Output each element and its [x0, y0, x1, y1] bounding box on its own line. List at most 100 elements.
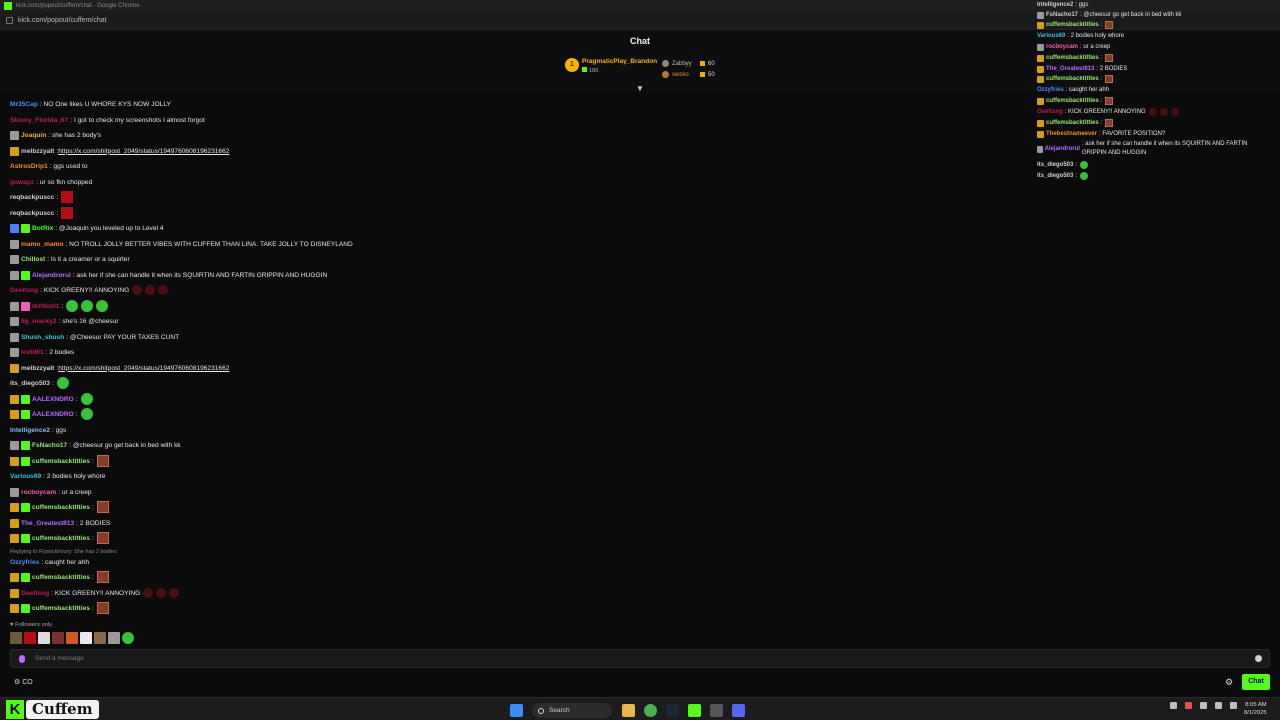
moderator-badge-icon[interactable]	[10, 347, 19, 357]
chat-username[interactable]: FsNacho17	[32, 442, 67, 449]
moderator-badge-icon[interactable]	[10, 440, 19, 450]
taskbar-clock[interactable]: 8:05 AM 8/1/2025	[1244, 701, 1267, 717]
chat-username[interactable]: melbzzyalt	[21, 148, 54, 155]
gifter-badge-icon[interactable]	[21, 456, 30, 466]
leaderboard-row[interactable]: Zabbyy 60	[662, 58, 715, 69]
emote-icon[interactable]	[1105, 21, 1114, 29]
kick-app-icon[interactable]	[688, 704, 701, 717]
subscriber-badge-icon[interactable]	[10, 394, 19, 404]
gifter-badge-icon[interactable]	[21, 572, 30, 582]
chat-username[interactable]: Geeltsng	[10, 287, 38, 294]
subscriber-badge-icon[interactable]	[1037, 130, 1044, 138]
discord-icon[interactable]	[732, 704, 745, 717]
chat-username[interactable]: Intelligence2	[10, 427, 50, 434]
chat-username[interactable]: reqbackpuscc	[10, 194, 54, 201]
chat-username[interactable]: its_diego503	[1037, 162, 1073, 168]
moderator-badge-icon[interactable]	[10, 316, 19, 326]
subscriber-badge-icon[interactable]	[1037, 54, 1044, 62]
emote-icon[interactable]	[1080, 161, 1089, 169]
chat-username[interactable]: cuffemsbacktitties	[32, 504, 90, 511]
chat-username[interactable]: lig_macky2	[21, 318, 57, 325]
emote-icon[interactable]	[38, 632, 50, 644]
chat-username[interactable]: its_diego503	[10, 380, 50, 387]
emote-icon[interactable]	[96, 532, 109, 544]
moderator-badge-icon[interactable]	[10, 270, 19, 280]
emote-icon[interactable]	[80, 408, 93, 420]
emote-icon[interactable]	[156, 588, 167, 598]
subscriber-badge-icon[interactable]	[10, 533, 19, 543]
moderator-badge-icon[interactable]	[1037, 43, 1044, 51]
emote-icon[interactable]	[61, 207, 74, 219]
emote-icon[interactable]	[96, 300, 109, 312]
emote-icon[interactable]	[96, 501, 109, 513]
emote-icon[interactable]	[143, 588, 154, 598]
chat-link[interactable]: https://x.com/shitpost_2049/status/19497…	[58, 148, 229, 155]
emote-icon[interactable]	[56, 377, 69, 389]
chat-username[interactable]: melbzzyalt	[21, 365, 54, 372]
emote-icon[interactable]	[1105, 97, 1114, 105]
emote-icon[interactable]	[145, 285, 156, 295]
chat-username[interactable]: AALEXNDRO	[32, 411, 74, 418]
chat-username[interactable]: cuffemsbacktitties	[32, 458, 90, 465]
emote-icon[interactable]	[158, 285, 169, 295]
windows-start-icon[interactable]	[510, 704, 523, 717]
emote-icon[interactable]	[108, 632, 120, 644]
chat-username[interactable]: Chillost	[21, 256, 45, 263]
moderator-badge-icon[interactable]	[10, 254, 19, 264]
subscriber-badge-icon[interactable]	[10, 363, 19, 373]
emote-icon[interactable]	[1105, 119, 1114, 127]
site-info-icon[interactable]	[6, 17, 13, 24]
chat-username[interactable]: Shush_shush	[21, 334, 64, 341]
emote-icon[interactable]	[61, 191, 74, 203]
subscriber-badge-icon[interactable]	[10, 572, 19, 582]
chat-settings-left[interactable]: ⚙ CO	[14, 678, 33, 686]
emote-icon[interactable]	[96, 602, 109, 614]
tray-app-icon[interactable]	[1185, 702, 1192, 709]
moderator-badge-icon[interactable]	[10, 301, 19, 311]
bot-badge-icon[interactable]	[10, 223, 19, 233]
gifter-badge-icon[interactable]	[21, 603, 30, 613]
emote-icon[interactable]	[1170, 108, 1179, 116]
subscriber-badge-icon[interactable]	[10, 603, 19, 613]
moderator-badge-icon[interactable]	[10, 239, 19, 249]
file-explorer-icon[interactable]	[622, 704, 635, 717]
subscriber-badge-icon[interactable]	[10, 146, 19, 156]
moderator-badge-icon[interactable]	[10, 130, 19, 140]
subscriber-badge-icon[interactable]	[10, 456, 19, 466]
chat-username[interactable]: Mr35Cap	[10, 101, 38, 108]
leaderboard-top[interactable]: 1 PragmaticPlay_Brandon 100	[565, 58, 657, 74]
chat-username[interactable]: rocboycam	[21, 489, 56, 496]
subscriber-badge-icon[interactable]	[1037, 97, 1044, 105]
taskbar-search[interactable]: Search	[532, 703, 612, 718]
chat-username[interactable]: The_Greatest813	[21, 520, 74, 527]
chat-username[interactable]: guwapz	[10, 179, 34, 186]
app-icon[interactable]	[710, 704, 723, 717]
emote-icon[interactable]	[1105, 75, 1114, 83]
emote-icon[interactable]	[132, 285, 143, 295]
microphone-icon[interactable]	[19, 654, 25, 663]
chat-username[interactable]: mamo_mamo	[21, 241, 64, 248]
gear-icon[interactable]: ⚙	[1225, 677, 1233, 688]
gifter-badge-icon[interactable]	[21, 394, 30, 404]
chat-username[interactable]: Ozzyfries	[10, 559, 39, 566]
leaderboard-name[interactable]: Zabbyy	[672, 61, 700, 67]
moderator-badge-icon[interactable]	[10, 487, 19, 497]
emote-icon[interactable]	[81, 300, 94, 312]
chat-username[interactable]: Ozzyfries	[1037, 87, 1064, 93]
subscriber-badge-icon[interactable]	[10, 502, 19, 512]
subscriber-badge-icon[interactable]	[10, 588, 19, 598]
gifter-badge-icon[interactable]	[21, 533, 30, 543]
emote-icon[interactable]	[52, 632, 64, 644]
chat-username[interactable]: Various69	[1037, 33, 1065, 39]
leaderboard-name[interactable]: swsko	[672, 72, 700, 78]
speaker-icon[interactable]	[1215, 702, 1222, 709]
chat-username[interactable]: Alejandrorul	[32, 272, 71, 279]
steam-icon[interactable]	[666, 704, 679, 717]
chat-username[interactable]: AstrosDrip1	[10, 163, 48, 170]
url-text[interactable]: kick.com/popout/cuffem/chat	[18, 17, 107, 24]
chat-username[interactable]: Geeltsng	[21, 590, 49, 597]
emote-icon[interactable]	[66, 300, 79, 312]
emote-icon[interactable]	[96, 571, 109, 583]
chat-link[interactable]: https://x.com/shitpost_2049/status/19497…	[58, 365, 229, 372]
collapse-leaderboard-icon[interactable]: ▼	[636, 84, 644, 93]
